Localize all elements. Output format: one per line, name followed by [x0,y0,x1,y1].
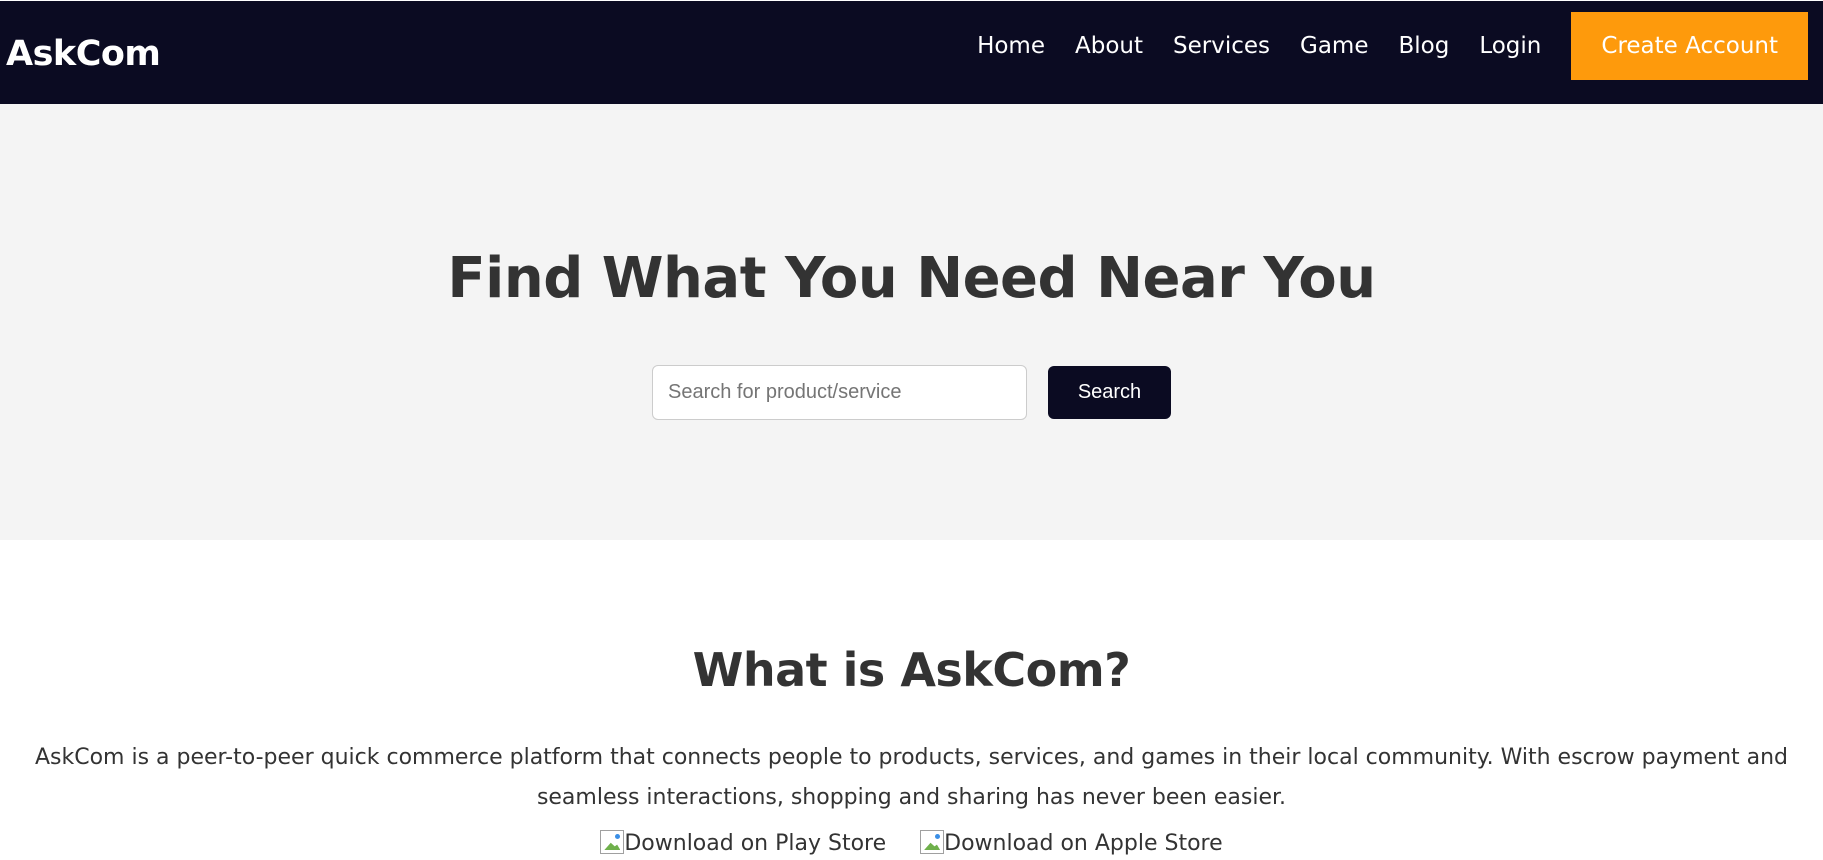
apple-store-link[interactable]: Download on Apple Store [920,828,1223,860]
site-header: AskCom Home About Services Game Blog Log… [0,1,1823,104]
nav-link-services[interactable]: Services [1173,33,1270,59]
about-description: AskCom is a peer-to-peer quick commerce … [34,745,1789,810]
broken-image-icon [600,830,625,854]
apple-store-label: Download on Apple Store [944,831,1223,856]
hero-title: Find What You Need Near You [447,246,1376,311]
download-links: Download on Play Store Download on Apple… [0,828,1823,860]
nav-link-login[interactable]: Login [1479,33,1541,59]
about-title: What is AskCom? [692,643,1131,697]
brand-logo[interactable]: AskCom [6,31,161,77]
main-nav: Home About Services Game Blog Login Crea… [977,12,1808,80]
nav-link-about[interactable]: About [1075,33,1143,59]
play-store-label: Download on Play Store [624,831,887,856]
nav-link-game[interactable]: Game [1300,33,1368,59]
search-button[interactable]: Search [1048,366,1171,419]
nav-link-home[interactable]: Home [977,33,1045,59]
play-store-link[interactable]: Download on Play Store [600,828,886,860]
search-input[interactable] [652,365,1027,420]
hero-section: Find What You Need Near You Search [0,104,1823,540]
broken-image-icon [920,830,945,854]
create-account-button[interactable]: Create Account [1571,12,1808,80]
nav-link-blog[interactable]: Blog [1398,33,1449,59]
search-bar: Search [0,365,1823,420]
